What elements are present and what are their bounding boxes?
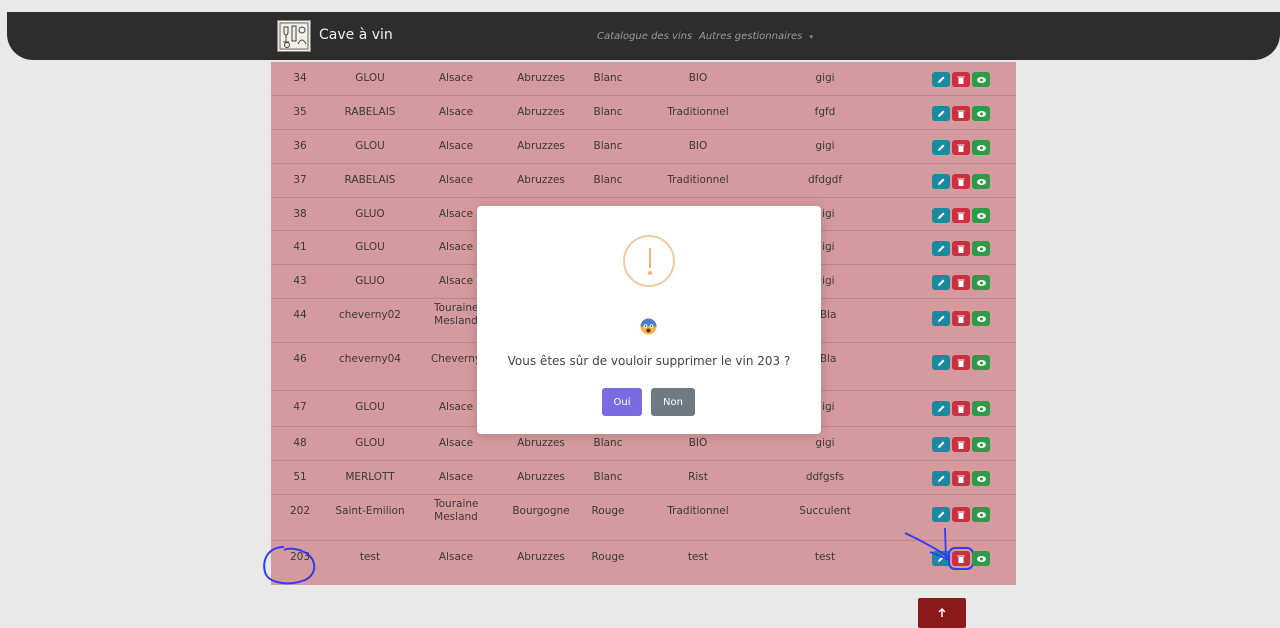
- warning-icon: [623, 235, 675, 287]
- confirm-no-button[interactable]: Non: [651, 388, 695, 416]
- delete-confirm-dialog: Vous êtes sûr de vouloir supprimer le vi…: [477, 206, 821, 434]
- dialog-message: Vous êtes sûr de vouloir supprimer le vi…: [507, 354, 791, 368]
- confirm-yes-button[interactable]: Oui: [602, 388, 642, 416]
- scared-face-emoji-icon: [640, 318, 657, 335]
